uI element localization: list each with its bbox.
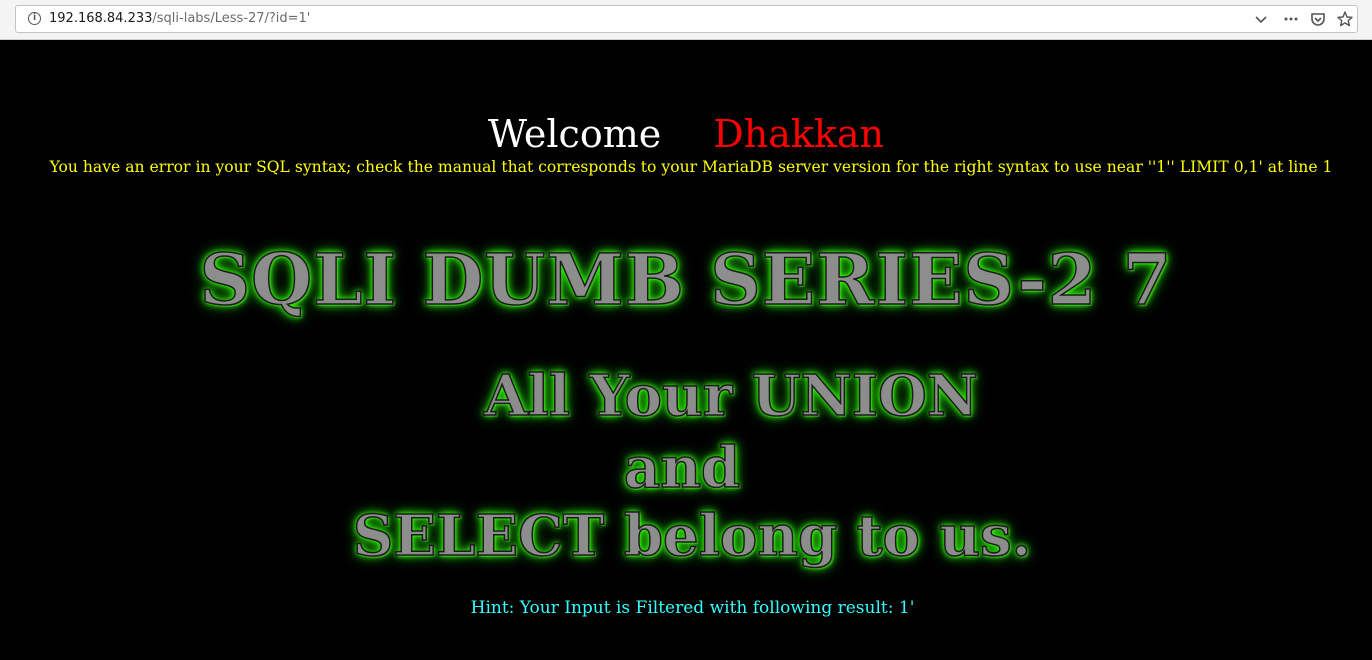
star-icon[interactable] xyxy=(1336,10,1354,28)
welcome-heading: Welcome Dhakkan xyxy=(0,111,1372,157)
welcome-name: Dhakkan xyxy=(713,112,885,156)
browser-toolbar: i 192.168.84.233/sqli-labs/Less-27/?id=1… xyxy=(0,0,1372,40)
more-icon[interactable] xyxy=(1282,10,1300,28)
tagline-line-2: and xyxy=(623,434,741,502)
url-host: 192.168.84.233 xyxy=(49,11,153,26)
url-path: /sqli-labs/Less-27/?id=1' xyxy=(152,11,311,26)
welcome-word: Welcome xyxy=(487,112,662,156)
series-title-banner: SQLI DUMB SERIES-2 7 xyxy=(199,238,1173,321)
chevron-down-icon[interactable] xyxy=(1252,10,1270,28)
info-icon[interactable]: i xyxy=(28,12,41,25)
page-content: Welcome Dhakkan You have an error in your… xyxy=(0,40,1372,660)
tagline-line-1: All Your UNION xyxy=(483,362,978,430)
filter-hint: Hint: Your Input is Filtered with follow… xyxy=(470,598,915,618)
url-text[interactable]: 192.168.84.233/sqli-labs/Less-27/?id=1' xyxy=(49,6,310,32)
address-bar[interactable]: i 192.168.84.233/sqli-labs/Less-27/?id=1… xyxy=(15,5,1358,33)
pocket-icon[interactable] xyxy=(1309,10,1327,28)
tagline-line-3: SELECT belong to us. xyxy=(352,502,1032,570)
sql-error-message: You have an error in your SQL syntax; ch… xyxy=(49,158,1333,176)
